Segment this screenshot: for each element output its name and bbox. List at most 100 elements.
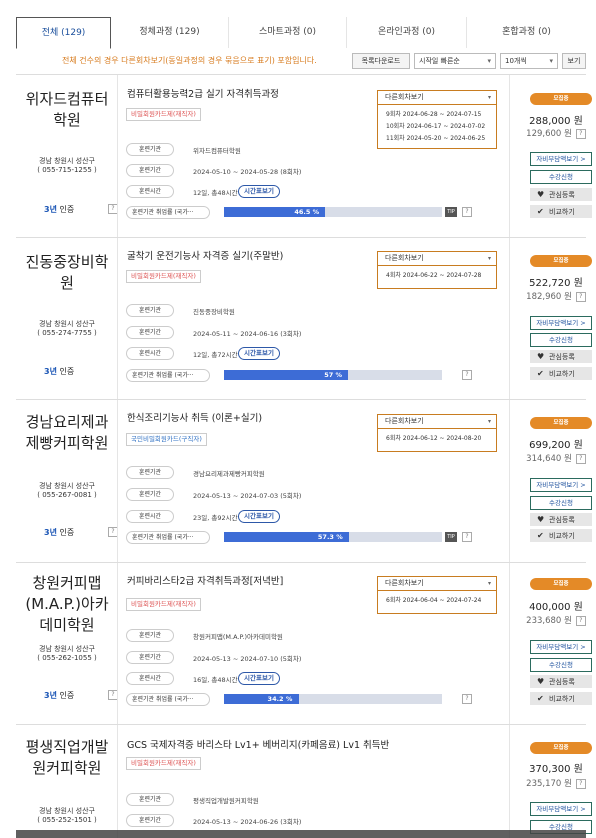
self-pay-button[interactable]: 자비부담액보기 > (530, 478, 592, 492)
course-title[interactable]: 한식조리기능사 취득 (이론+실기) (127, 410, 262, 424)
course-title[interactable]: GCS 국제자격증 바리스타 Lv1+ 베버리지(카페음료) Lv1 취득반 (127, 737, 389, 751)
compare-button[interactable]: ✔ 비교하기 (530, 367, 592, 380)
card-type-tag: 비밀회원카드제(재직자) (126, 108, 201, 121)
divider (117, 725, 118, 838)
divider (509, 238, 510, 400)
help-icon[interactable]: ? (575, 128, 586, 139)
time-label: 훈련시간 (126, 347, 174, 360)
apply-button[interactable]: 수강신청 (530, 333, 592, 347)
other-rounds-dropdown[interactable]: 다른회차보기 ▾ 4회차 2024-06-22 ~ 2024-07-28 (377, 251, 497, 289)
compare-button[interactable]: ✔ 비교하기 (530, 529, 592, 542)
tab-smart-course[interactable]: 스마트과정 (0) (229, 17, 347, 48)
help-icon[interactable]: ? (462, 370, 472, 380)
apply-button[interactable]: 수강신청 (530, 658, 592, 672)
help-icon[interactable]: ? (462, 694, 472, 704)
card-type-tag: 비밀회원카드제(재직자) (126, 757, 201, 770)
round-item[interactable]: 11회차 2024-05-20 ~ 2024-06-25 (378, 133, 496, 145)
round-item[interactable]: 6회차 2024-06-12 ~ 2024-08-20 (378, 433, 496, 445)
self-pay-button[interactable]: 자비부담액보기 > (530, 316, 592, 330)
chevron-down-icon: ▾ (487, 255, 491, 262)
card-type-tag: 비밀회원카드제(재직자) (126, 270, 201, 283)
recruiting-badge: 모집중 (530, 742, 592, 754)
favorite-button[interactable]: ♥ 관심등록 (530, 350, 592, 363)
self-pay-price: 182,960 원? (516, 290, 596, 302)
academy-address: 경남 창원시 성산구 (39, 482, 95, 490)
timetable-button[interactable]: 시간표보기 (238, 510, 280, 523)
employment-rate-bar: 46.5 % (224, 207, 442, 217)
employment-rate-value: 57 % (324, 371, 343, 379)
compare-button[interactable]: ✔ 비교하기 (530, 692, 592, 705)
help-icon[interactable]: ? (462, 207, 472, 217)
count-notice: 전체 건수의 경우 다른회차보기(동일과정의 경우 묶음으로 표기) 포함입니다… (62, 56, 317, 65)
other-rounds-header[interactable]: 다른회차보기 ▾ (378, 415, 496, 429)
timetable-button[interactable]: 시간표보기 (238, 185, 280, 198)
other-rounds-header[interactable]: 다른회차보기 ▾ (378, 91, 496, 105)
divider (117, 400, 118, 563)
course-title[interactable]: 굴착기 운전기능사 자격증 실기(주말반) (127, 248, 283, 262)
help-icon[interactable]: ? (575, 453, 586, 464)
help-icon[interactable]: ? (575, 291, 586, 302)
help-icon[interactable]: ? (575, 778, 586, 789)
course-title[interactable]: 컴퓨터활용능력2급 실기 자격취득과정 (127, 86, 279, 100)
self-pay-button[interactable]: 자비부담액보기 > (530, 802, 592, 816)
timetable-button[interactable]: 시간표보기 (238, 672, 280, 685)
academy-name[interactable]: 평생직업개발원커피학원 (24, 737, 110, 779)
tip-icon[interactable]: TIP (445, 207, 457, 217)
sort-select[interactable]: 시작일 빠른순 ▾ (414, 53, 496, 69)
timetable-button[interactable]: 시간표보기 (238, 347, 280, 360)
round-item[interactable]: 9회차 2024-06-28 ~ 2024-07-15 (378, 109, 496, 121)
other-rounds-dropdown[interactable]: 다른회차보기 ▾ 9회차 2024-06-28 ~ 2024-07-15 10회차… (377, 90, 497, 149)
course-price: 400,000 원 (529, 602, 583, 613)
period-label: 훈련기간 (126, 326, 174, 339)
round-item[interactable]: 10회차 2024-06-17 ~ 2024-07-02 (378, 121, 496, 133)
self-pay-button[interactable]: 자비부담액보기 > (530, 640, 592, 654)
favorite-button[interactable]: ♥ 관심등록 (530, 675, 592, 688)
heart-icon: ♥ (537, 352, 545, 361)
tab-online-course[interactable]: 온라인과정 (0) (347, 17, 467, 48)
period-label: 훈련기간 (126, 651, 174, 664)
academy-name[interactable]: 위자드컴퓨터학원 (24, 89, 110, 131)
view-button[interactable]: 보기 (562, 53, 586, 69)
favorite-button[interactable]: ♥ 관심등록 (530, 513, 592, 526)
other-rounds-header[interactable]: 다른회차보기 ▾ (378, 577, 496, 591)
self-pay-button[interactable]: 자비부담액보기 > (530, 152, 592, 166)
help-icon[interactable]: ? (575, 615, 586, 626)
institution-value: 평생직업개발원커피학원 (193, 797, 259, 805)
academy-name[interactable]: 경남요리제과제빵커피학원 (24, 412, 110, 454)
course-price: 699,200 원 (529, 440, 583, 451)
recruiting-badge: 모집중 (530, 93, 592, 105)
self-pay-price: 314,640 원? (516, 452, 596, 464)
course-card: 평생직업개발원커피학원 경남 창원시 성산구 ( 055-252-1501 ) … (16, 724, 592, 838)
list-download-button[interactable]: 목록다운로드 (352, 53, 410, 69)
employment-rate-value: 34.2 % (267, 695, 293, 703)
other-rounds-dropdown[interactable]: 다른회차보기 ▾ 6회차 2024-06-12 ~ 2024-08-20 (377, 414, 497, 452)
divider (509, 725, 510, 838)
round-item[interactable]: 6회차 2024-06-04 ~ 2024-07-24 (378, 595, 496, 607)
academy-name[interactable]: 진동중장비학원 (24, 252, 110, 294)
compare-button[interactable]: ✔ 비교하기 (530, 205, 592, 218)
round-item[interactable]: 4회차 2024-06-22 ~ 2024-07-28 (378, 270, 496, 282)
certification-grade: 3년 인증 (44, 205, 75, 214)
page-size-select[interactable]: 10개씩 ▾ (500, 53, 558, 69)
academy-address: 경남 창원시 성산구 (39, 645, 95, 653)
chevron-down-icon: ▾ (549, 57, 553, 65)
tab-full-course[interactable]: 정체과정 (129) (111, 17, 229, 48)
other-rounds-header[interactable]: 다른회차보기 ▾ (378, 252, 496, 266)
institution-value: 위자드컴퓨터학원 (193, 147, 241, 155)
course-card: 위자드컴퓨터학원 경남 창원시 성산구 ( 055-715-1255 ) 3년 … (16, 74, 592, 238)
check-icon: ✔ (537, 694, 544, 703)
self-pay-price: 129,600 원? (516, 127, 596, 139)
apply-button[interactable]: 수강신청 (530, 170, 592, 184)
course-title[interactable]: 커피바리스타2급 자격취득과정[저녁반] (127, 573, 283, 587)
help-icon[interactable]: ? (462, 532, 472, 542)
apply-button[interactable]: 수강신청 (530, 496, 592, 510)
tab-blended-course[interactable]: 혼합과정 (0) (467, 17, 586, 48)
institution-label: 훈련기관 (126, 629, 174, 642)
other-rounds-dropdown[interactable]: 다른회차보기 ▾ 6회차 2024-06-04 ~ 2024-07-24 (377, 576, 497, 614)
tab-all[interactable]: 전체 (129) (16, 17, 111, 49)
academy-phone: ( 055-274-7755 ) (37, 329, 97, 337)
tip-icon[interactable]: TIP (445, 532, 457, 542)
academy-name[interactable]: 창원커피맵(M.A.P.)아카데미학원 (24, 573, 110, 636)
favorite-button[interactable]: ♥ 관심등록 (530, 188, 592, 201)
chevron-down-icon: ▾ (487, 57, 491, 65)
